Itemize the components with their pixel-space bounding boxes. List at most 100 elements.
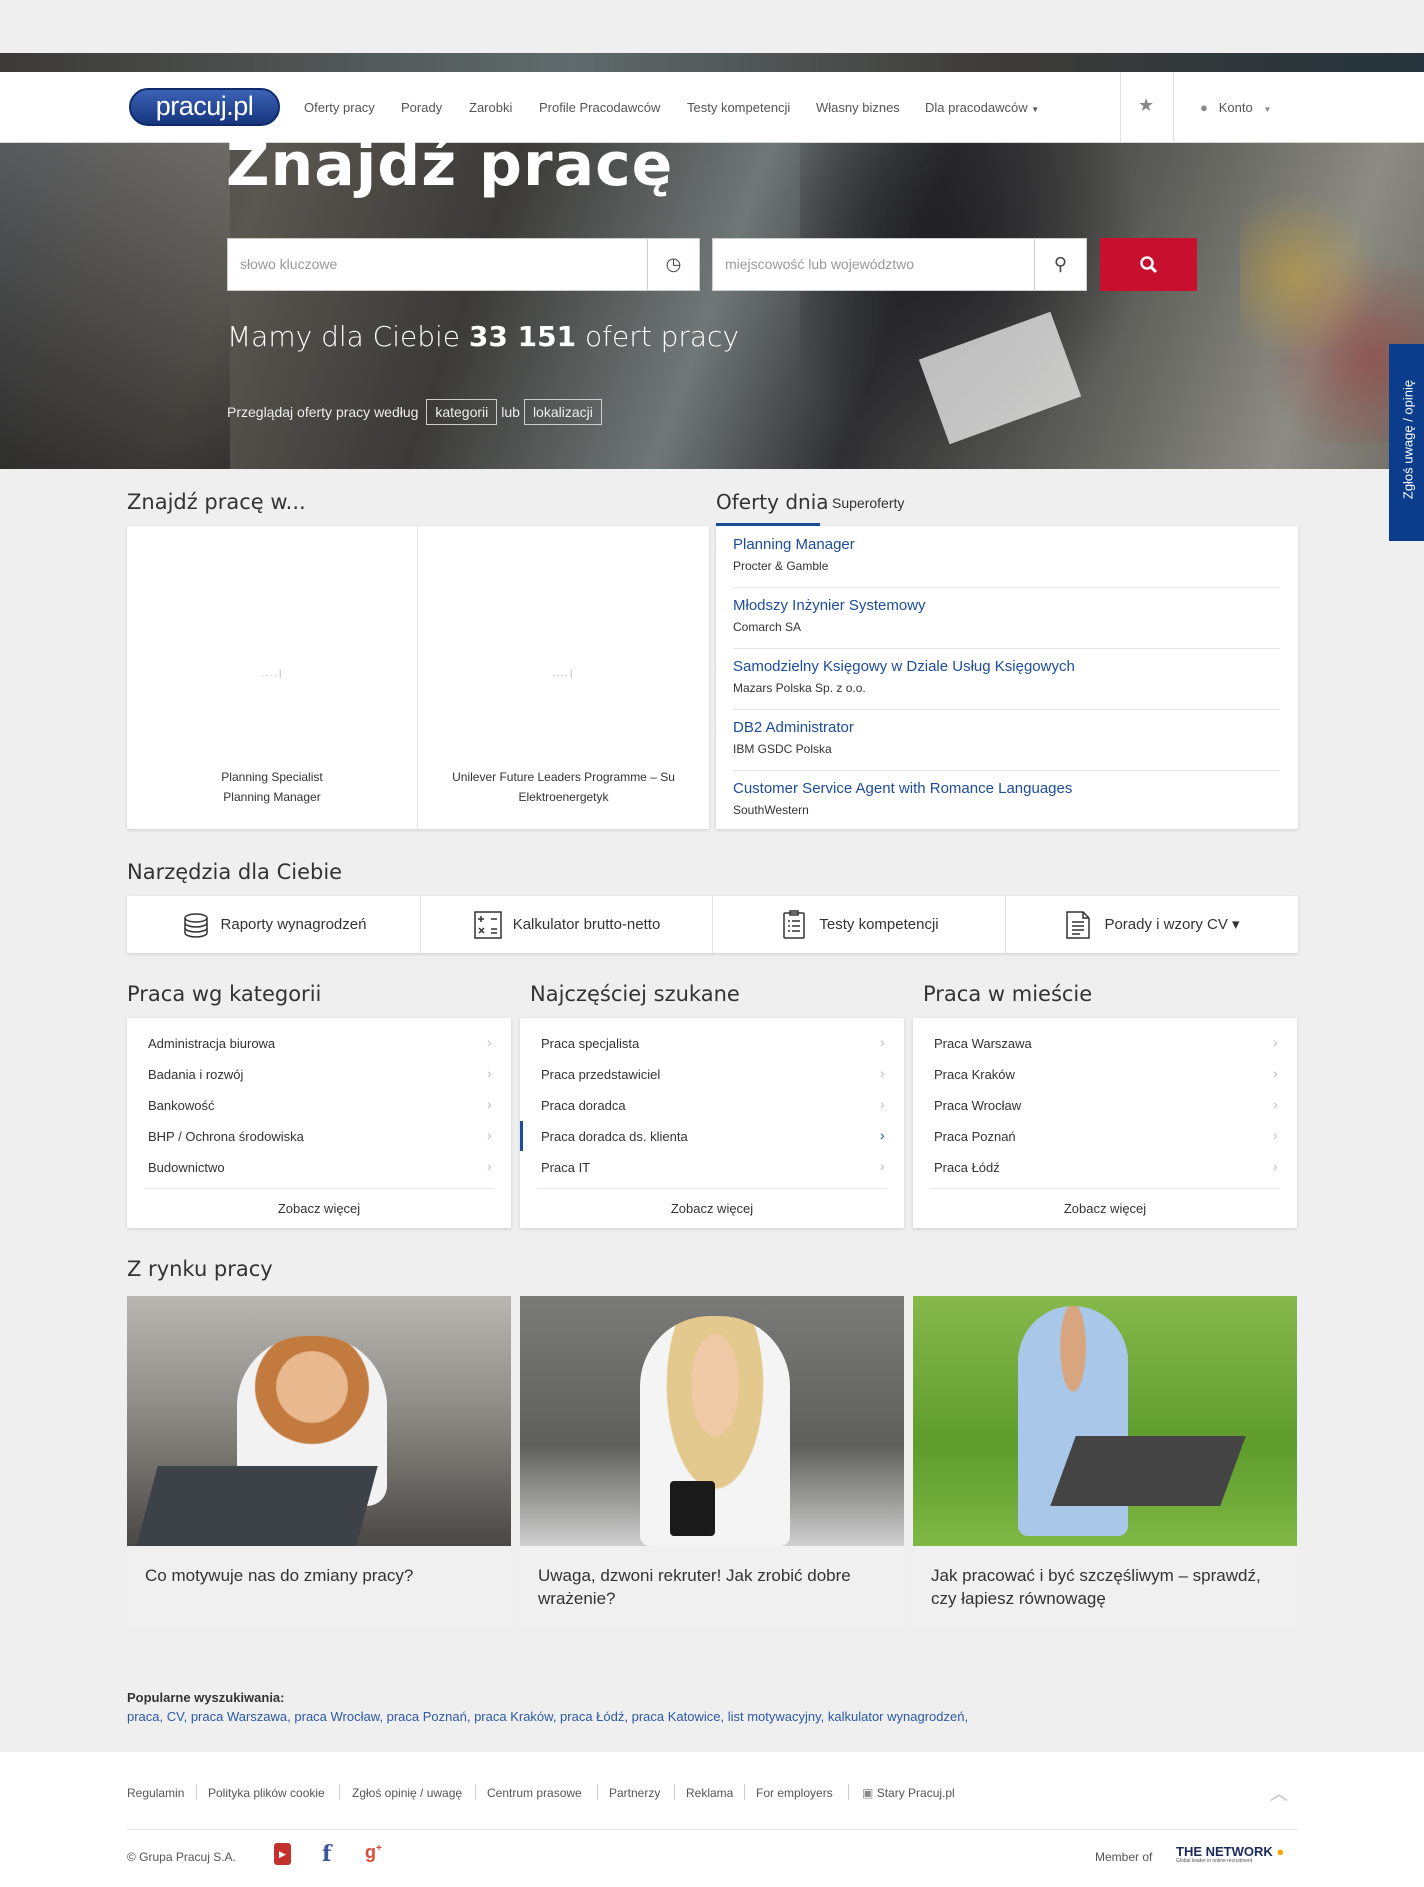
location-placeholder: miejscowość lub województwo <box>725 256 915 272</box>
city-link[interactable]: Praca Wrocław <box>934 1098 1021 1113</box>
keyword-search-field[interactable]: słowo kluczowe ◷ <box>227 238 700 291</box>
city-link[interactable]: Praca Warszawa <box>934 1036 1032 1051</box>
offer-item[interactable]: Customer Service Agent with Romance Lang… <box>733 780 1072 817</box>
footer-link[interactable]: Partnerzy <box>609 1786 660 1800</box>
footer-divider <box>674 1784 675 1800</box>
nav-oferty-pracy[interactable]: Oferty pracy <box>304 100 375 115</box>
favorites-star-icon[interactable]: ★ <box>1138 95 1154 116</box>
map-pin-icon[interactable]: ⚲ <box>1034 239 1086 290</box>
footer-link[interactable]: Centrum prasowe <box>487 1786 582 1800</box>
back-to-top-icon[interactable]: ︿ <box>1270 1780 1288 1806</box>
nav-profile-pracodawcow[interactable]: Profile Pracodawców <box>539 100 660 115</box>
footer-link[interactable]: Zgłoś opinię / uwagę <box>352 1786 462 1800</box>
location-search-field[interactable]: miejscowość lub województwo ⚲ <box>712 238 1087 291</box>
city-link[interactable]: Praca Poznań <box>934 1129 1016 1144</box>
offer-title[interactable]: Młodszy Inżynier Systemowy <box>733 597 926 614</box>
tile-jobs: Unilever Future Leaders Programme – Su E… <box>418 767 709 807</box>
document-icon <box>1066 911 1091 939</box>
see-more-link[interactable]: Zobacz więcej <box>913 1201 1297 1216</box>
facebook-icon[interactable]: f <box>322 1841 331 1867</box>
city-link[interactable]: Praca Kraków <box>934 1067 1015 1082</box>
chevron-right-icon: › <box>487 1096 492 1112</box>
tab-oferty-dnia[interactable]: Oferty dnia <box>716 490 829 514</box>
network-name: THE NETWORK <box>1176 1844 1273 1859</box>
loading-icon: ....| <box>552 668 575 678</box>
offer-title[interactable]: DB2 Administrator <box>733 719 854 736</box>
article-image[interactable] <box>127 1296 511 1546</box>
article-caption[interactable]: Co motywuje nas do zmiany pracy? <box>127 1546 511 1626</box>
footer-divider <box>196 1784 197 1800</box>
pracuj-logo[interactable]: pracuj.pl <box>129 88 280 126</box>
tile-job[interactable]: Unilever Future Leaders Programme – Su <box>418 767 709 787</box>
tab-superoferty[interactable]: Superoferty <box>832 495 904 511</box>
the-network-logo[interactable]: THE NETWORK ● Global leader in online re… <box>1176 1844 1284 1864</box>
tool-kalkulator[interactable]: Kalkulator brutto-netto <box>421 896 713 953</box>
see-more-link[interactable]: Zobacz więcej <box>520 1201 904 1216</box>
offer-item[interactable]: DB2 Administrator IBM GSDC Polska <box>733 719 854 756</box>
browse-location-link[interactable]: lokalizacji <box>523 399 602 425</box>
footer-link[interactable]: Polityka plików cookie <box>208 1786 325 1800</box>
tool-porady-cv[interactable]: Porady i wzory CV ▾ <box>1006 896 1298 953</box>
find-in-title: Znajdź pracę w... <box>127 490 306 514</box>
google-plus-icon[interactable]: g+ <box>365 1842 382 1863</box>
nav-porady[interactable]: Porady <box>401 100 442 115</box>
popular-link[interactable]: Praca przedstawiciel <box>541 1067 660 1082</box>
employer-tile[interactable]: ....| Planning Specialist Planning Manag… <box>127 526 417 829</box>
tile-job[interactable]: Planning Specialist <box>127 767 417 787</box>
coins-icon <box>183 913 208 938</box>
popular-link[interactable]: Praca doradca ds. klienta <box>541 1129 688 1144</box>
footer-link[interactable]: For employers <box>756 1786 833 1800</box>
loading-icon: ....| <box>261 668 284 678</box>
footer-link[interactable]: Regulamin <box>127 1786 184 1800</box>
offer-item[interactable]: Planning Manager Procter & Gamble <box>733 536 855 573</box>
footer-divider <box>597 1784 598 1800</box>
article-image[interactable] <box>520 1296 904 1546</box>
category-link[interactable]: BHP / Ochrona środowiska <box>148 1129 304 1144</box>
popular-searches-links[interactable]: praca, CV, praca Warszawa, praca Wrocław… <box>127 1709 968 1724</box>
clock-icon[interactable]: ◷ <box>647 239 699 290</box>
nav-divider <box>1173 72 1174 143</box>
nav-wlasny-biznes[interactable]: Własny biznes <box>816 100 900 115</box>
article-caption[interactable]: Uwaga, dzwoni rekruter! Jak zrobić dobre… <box>520 1546 904 1626</box>
popular-link[interactable]: Praca specjalista <box>541 1036 639 1051</box>
tile-job[interactable]: Elektroenergetyk <box>418 787 709 807</box>
popular-link[interactable]: Praca IT <box>541 1160 590 1175</box>
browse-category-link[interactable]: kategorii <box>426 399 498 425</box>
youtube-icon[interactable]: ▶ <box>274 1843 291 1865</box>
tool-raporty-wynagrodzen[interactable]: Raporty wynagrodzeń <box>127 896 421 953</box>
offer-company: Comarch SA <box>733 620 802 634</box>
nav-testy-kompetencji[interactable]: Testy kompetencji <box>687 100 790 115</box>
category-link[interactable]: Badania i rozwój <box>148 1067 243 1082</box>
popular-link[interactable]: Praca doradca <box>541 1098 626 1113</box>
offer-item[interactable]: Młodszy Inżynier Systemowy Comarch SA <box>733 597 926 634</box>
tool-testy-kompetencji[interactable]: Testy kompetencji <box>713 896 1006 953</box>
category-link[interactable]: Budownictwo <box>148 1160 225 1175</box>
nav-dla-pracodawcow[interactable]: Dla pracodawców ▼ <box>925 100 1039 115</box>
offer-title[interactable]: Planning Manager <box>733 536 855 553</box>
offer-item[interactable]: Samodzielny Księgowy w Dziale Usług Księ… <box>733 658 1075 695</box>
tile-job[interactable]: Planning Manager <box>127 787 417 807</box>
browse-line: Przeglądaj oferty pracy według kategorii… <box>227 399 606 425</box>
monitor-icon: ▣ <box>862 1786 874 1800</box>
offer-title[interactable]: Customer Service Agent with Romance Lang… <box>733 780 1072 797</box>
tool-label: Raporty wynagrodzeń <box>220 916 367 933</box>
offer-title[interactable]: Samodzielny Księgowy w Dziale Usług Księ… <box>733 658 1075 675</box>
category-link[interactable]: Administracja biurowa <box>148 1036 275 1051</box>
nav-zarobki[interactable]: Zarobki <box>469 100 512 115</box>
article-image[interactable] <box>913 1296 1297 1546</box>
city-link[interactable]: Praca Łódź <box>934 1160 1000 1175</box>
see-more-link[interactable]: Zobacz więcej <box>127 1201 511 1216</box>
hero-banner <box>0 143 1424 469</box>
chevron-right-icon: › <box>1273 1127 1278 1143</box>
footer-divider <box>475 1784 476 1800</box>
article-caption[interactable]: Jak pracować i być szczęśliwym – sprawdź… <box>913 1546 1297 1626</box>
account-menu[interactable]: ● Konto ▼ <box>1200 100 1271 115</box>
employer-tile[interactable]: ....| Unilever Future Leaders Programme … <box>418 526 709 829</box>
hero-title: Znajdź pracę <box>226 130 674 200</box>
feedback-tab[interactable]: Zgłoś uwagę / opinię <box>1389 344 1424 541</box>
search-icon <box>1139 255 1157 273</box>
search-button[interactable] <box>1100 238 1197 291</box>
category-link[interactable]: Bankowość <box>148 1098 214 1113</box>
footer-link-old-site[interactable]: ▣ Stary Pracuj.pl <box>862 1786 955 1800</box>
footer-link[interactable]: Reklama <box>686 1786 733 1800</box>
